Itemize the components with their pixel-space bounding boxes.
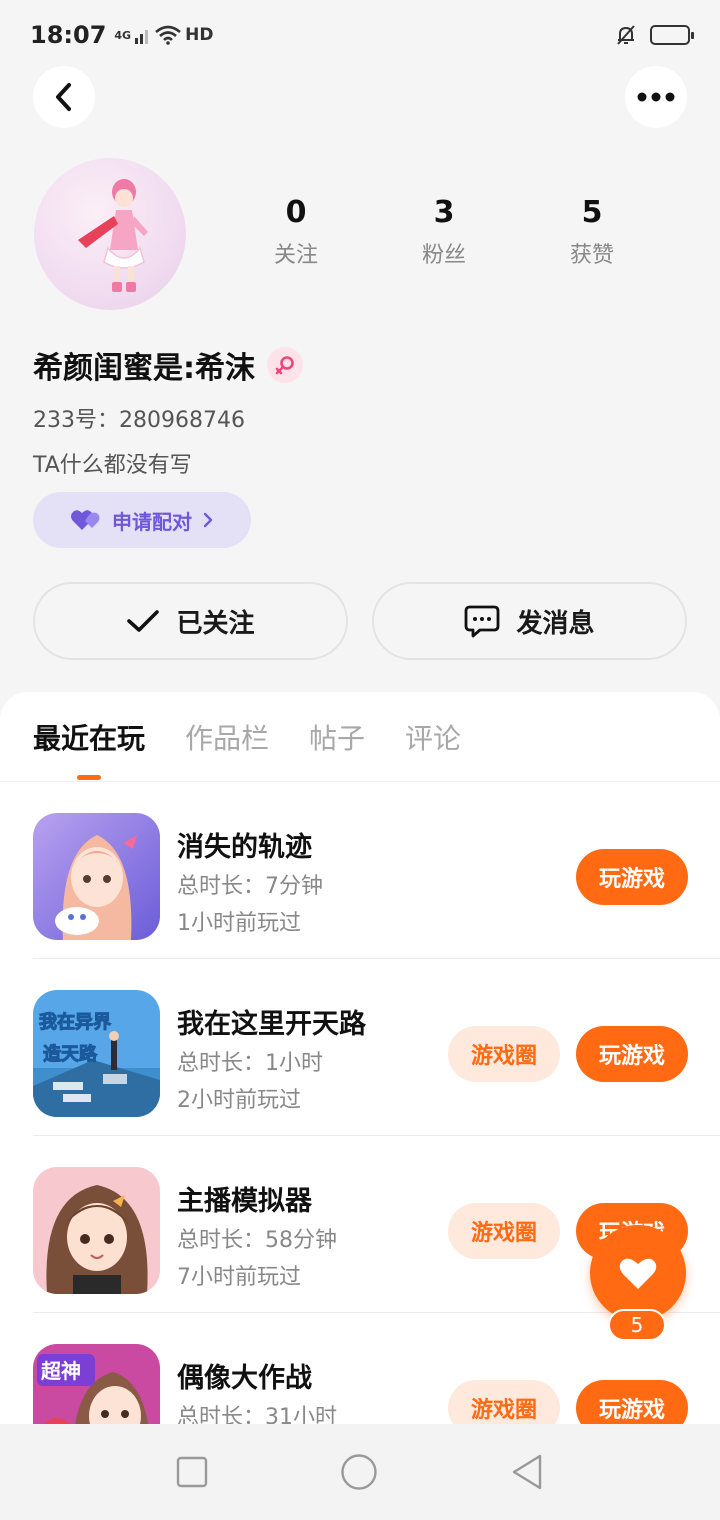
gender-badge xyxy=(267,347,303,383)
game-cover-image xyxy=(33,813,160,940)
followed-button[interactable]: 已关注 xyxy=(33,582,348,660)
stat-likes-value: 5 xyxy=(581,195,603,230)
stat-fans[interactable]: 3 粉丝 xyxy=(370,195,518,269)
game-duration: 总时长：58分钟 xyxy=(177,1228,337,1253)
game-last-played: 2小时前玩过 xyxy=(177,1088,301,1113)
like-fab-button[interactable] xyxy=(590,1225,686,1321)
name-row: 希颜闺蜜是:希沫 xyxy=(33,343,303,387)
signal-icon xyxy=(135,30,149,44)
tab-comments[interactable]: 评论 xyxy=(405,692,461,782)
battery-icon xyxy=(650,25,694,45)
game-circle-button[interactable]: 游戏圈 xyxy=(448,1203,560,1259)
game-title: 消失的轨迹 xyxy=(177,832,312,863)
chevron-right-icon xyxy=(203,512,213,528)
game-last-played: 7小时前玩过 xyxy=(177,1265,301,1290)
game-cover-image: 超神 xyxy=(33,1344,160,1424)
home-icon[interactable] xyxy=(340,1453,378,1491)
game-title: 我在这里开天路 xyxy=(177,1009,366,1040)
game-icon[interactable]: 我在异界 造天路 xyxy=(33,990,160,1117)
stat-following[interactable]: 0 关注 xyxy=(222,195,370,269)
wifi-icon xyxy=(155,25,181,45)
like-count-badge: 5 xyxy=(608,1309,666,1341)
avatar[interactable] xyxy=(34,158,186,310)
more-button[interactable] xyxy=(625,66,687,128)
play-game-button[interactable]: 玩游戏 xyxy=(576,849,688,905)
back-button[interactable] xyxy=(33,66,95,128)
mute-bell-icon xyxy=(617,25,635,45)
game-cover-image xyxy=(33,1167,160,1294)
game-icon[interactable] xyxy=(33,1167,160,1294)
profile-uid: 233号：280968746 xyxy=(33,408,245,433)
tab-works[interactable]: 作品栏 xyxy=(185,692,269,782)
message-icon xyxy=(465,605,500,638)
pair-hearts-icon xyxy=(71,510,100,530)
back-nav-icon[interactable] xyxy=(510,1453,544,1491)
heart-icon xyxy=(619,1258,657,1289)
more-dots-icon xyxy=(637,92,675,102)
check-icon xyxy=(127,610,160,632)
tab-recent-play[interactable]: 最近在玩 xyxy=(33,692,145,782)
status-time: 18:07 xyxy=(30,21,107,49)
system-nav-bar xyxy=(0,1424,720,1520)
profile-bio: TA什么都没有写 xyxy=(33,453,192,478)
pair-request-label: 申请配对 xyxy=(112,509,192,534)
chevron-left-icon xyxy=(56,83,71,111)
tab-bar: 最近在玩 作品栏 帖子 评论 xyxy=(0,692,720,782)
game-icon[interactable] xyxy=(33,813,160,940)
stat-following-value: 0 xyxy=(285,195,307,230)
game-title: 偶像大作战 xyxy=(177,1363,312,1394)
game-cover-image: 我在异界 造天路 xyxy=(33,990,160,1117)
game-item[interactable]: 消失的轨迹 总时长：7分钟 1小时前玩过 玩游戏 xyxy=(0,782,720,959)
game-duration: 总时长：31小时 xyxy=(177,1405,337,1424)
tab-posts[interactable]: 帖子 xyxy=(309,692,365,782)
game-item[interactable]: 我在异界 造天路 我在这里开天路 总时长：1小时 2小时前玩过 游戏圈 玩游戏 xyxy=(0,959,720,1136)
status-left: 18:07 4G HD xyxy=(30,21,213,49)
game-duration: 总时长：1小时 xyxy=(177,1051,323,1076)
play-game-button[interactable]: 玩游戏 xyxy=(576,1026,688,1082)
game-icon[interactable]: 超神 xyxy=(33,1344,160,1424)
game-cover-text-1: 超神 xyxy=(40,1359,81,1383)
network-label: 4G xyxy=(114,28,132,42)
status-bar: 18:07 4G HD xyxy=(0,0,720,70)
game-cover-text-1: 我在异界 xyxy=(39,1011,111,1033)
recent-apps-icon[interactable] xyxy=(176,1456,208,1488)
avatar-figure-image xyxy=(78,179,148,292)
pair-request-button[interactable]: 申请配对 xyxy=(33,492,251,548)
profile-stats: 0 关注 3 粉丝 5 获赞 xyxy=(222,195,666,269)
followed-label: 已关注 xyxy=(176,608,255,639)
game-circle-button[interactable]: 游戏圈 xyxy=(448,1380,560,1424)
game-last-played: 1小时前玩过 xyxy=(177,911,301,936)
game-circle-button[interactable]: 游戏圈 xyxy=(448,1026,560,1082)
profile-name: 希颜闺蜜是:希沫 xyxy=(33,351,255,386)
stat-following-label: 关注 xyxy=(273,243,318,268)
stat-likes[interactable]: 5 获赞 xyxy=(518,195,666,269)
female-icon xyxy=(275,356,294,375)
status-icons: 4G HD xyxy=(114,25,213,45)
stat-fans-label: 粉丝 xyxy=(421,243,466,268)
game-duration: 总时长：7分钟 xyxy=(177,874,323,899)
stat-likes-label: 获赞 xyxy=(569,243,614,268)
send-message-button[interactable]: 发消息 xyxy=(372,582,687,660)
game-title: 主播模拟器 xyxy=(177,1186,312,1217)
stat-fans-value: 3 xyxy=(433,195,455,230)
send-message-label: 发消息 xyxy=(516,608,595,639)
play-game-button[interactable]: 玩游戏 xyxy=(576,1380,688,1424)
hd-label: HD xyxy=(185,25,214,45)
game-cover-text-2: 造天路 xyxy=(43,1043,98,1065)
status-right xyxy=(614,23,694,47)
